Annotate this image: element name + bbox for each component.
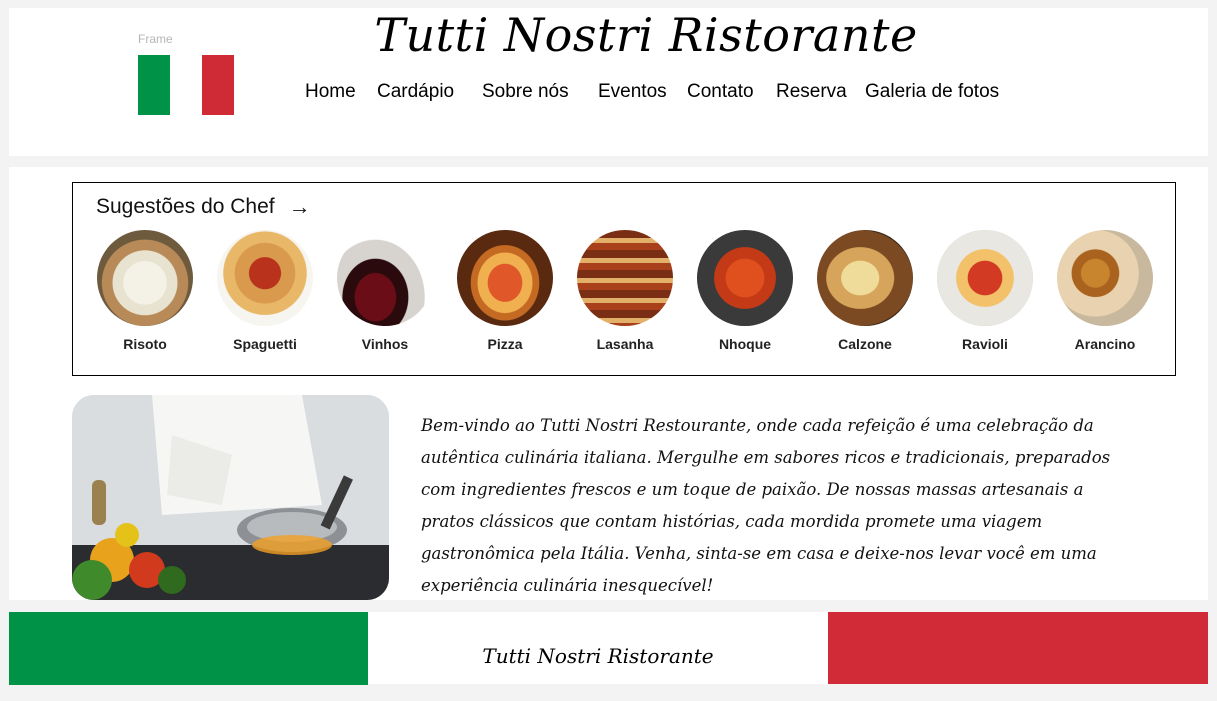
welcome-paragraph: Bem-vindo ao Tutti Nostri Restourante, o… <box>421 416 1111 595</box>
nav-galeria[interactable]: Galeria de fotos <box>865 81 999 103</box>
nav-reserva[interactable]: Reserva <box>776 81 847 103</box>
spaguetti-image <box>217 230 313 326</box>
dish-calzone[interactable]: Calzone <box>815 230 915 352</box>
main-content: Sugestões do Chef → Risoto Spaguetti Vin… <box>9 167 1208 600</box>
lasanha-image <box>577 230 673 326</box>
site-header: Frame Tutti Nostri Ristorante Home Cardá… <box>9 8 1208 156</box>
footer-red-band <box>828 612 1208 684</box>
dish-vinhos[interactable]: Vinhos <box>335 230 435 352</box>
chef-illustration <box>72 395 389 600</box>
footer-green-band <box>9 612 368 685</box>
dish-name: Vinhos <box>361 336 409 352</box>
dish-name: Calzone <box>838 336 892 352</box>
site-title: Tutti Nostri Ristorante <box>374 8 918 62</box>
risoto-image <box>97 230 193 326</box>
arrow-right-icon[interactable]: → <box>289 196 311 218</box>
nav-eventos[interactable]: Eventos <box>598 81 667 103</box>
dish-name: Arancino <box>1074 336 1136 352</box>
italian-flag-logo <box>138 55 234 115</box>
nav-cardapio[interactable]: Cardápio <box>377 81 454 103</box>
nav-home[interactable]: Home <box>305 81 356 103</box>
dish-name: Spaguetti <box>233 336 297 352</box>
pizza-image <box>457 230 553 326</box>
dish-spaguetti[interactable]: Spaguetti <box>215 230 315 352</box>
arancino-image <box>1057 230 1153 326</box>
chef-cooking-photo <box>72 395 389 600</box>
calzone-image <box>817 230 913 326</box>
dish-arancino[interactable]: Arancino <box>1055 230 1155 352</box>
nav-contato[interactable]: Contato <box>687 81 754 103</box>
vinhos-image <box>337 230 433 326</box>
dish-name: Pizza <box>487 336 523 352</box>
site-footer: Tutti Nostri Ristorante <box>9 612 1208 685</box>
nhoque-image <box>697 230 793 326</box>
dish-name: Nhoque <box>718 336 772 352</box>
suggestions-title: Sugestões do Chef <box>96 195 275 218</box>
dish-name: Risoto <box>123 336 167 352</box>
dish-nhoque[interactable]: Nhoque <box>695 230 795 352</box>
dish-name: Ravioli <box>962 336 1008 352</box>
nav-sobre-nos[interactable]: Sobre nós <box>482 81 569 103</box>
dish-pizza[interactable]: Pizza <box>455 230 555 352</box>
footer-title: Tutti Nostri Ristorante <box>482 644 714 668</box>
dish-ravioli[interactable]: Ravioli <box>935 230 1035 352</box>
chef-suggestions: Sugestões do Chef → Risoto Spaguetti Vin… <box>72 182 1176 376</box>
dish-risoto[interactable]: Risoto <box>95 230 195 352</box>
dish-lasanha[interactable]: Lasanha <box>575 230 675 352</box>
suggestions-heading[interactable]: Sugestões do Chef → <box>96 195 311 219</box>
ravioli-image <box>937 230 1033 326</box>
dish-name: Lasanha <box>596 336 654 352</box>
